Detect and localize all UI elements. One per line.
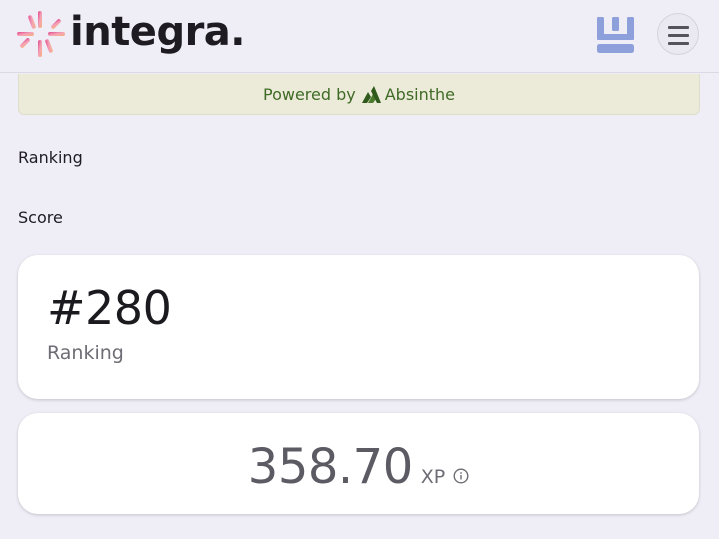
brand-name[interactable]: integra.: [70, 8, 245, 56]
score-value: 358.70: [247, 439, 413, 495]
app-icon[interactable]: [597, 17, 634, 53]
ranking-value: #280: [47, 281, 172, 335]
absinthe-logo-icon: [361, 85, 381, 103]
menu-button[interactable]: [657, 13, 699, 55]
score-unit: XP: [420, 466, 446, 488]
app-header: integra.: [0, 0, 719, 73]
powered-by-text: Powered by: [262, 84, 356, 104]
ranking-card: #280 Ranking: [18, 255, 699, 399]
info-icon[interactable]: [453, 468, 469, 484]
score-section-label: Score: [18, 208, 63, 227]
score-card: 358.70 XP: [18, 413, 699, 514]
ranking-section-label: Ranking: [18, 148, 83, 167]
ranking-caption: Ranking: [47, 342, 124, 364]
partner-name: Absinthe: [384, 84, 455, 104]
powered-by-banner[interactable]: Powered by Absinthe: [18, 74, 700, 115]
integra-logo-icon[interactable]: [17, 11, 65, 57]
